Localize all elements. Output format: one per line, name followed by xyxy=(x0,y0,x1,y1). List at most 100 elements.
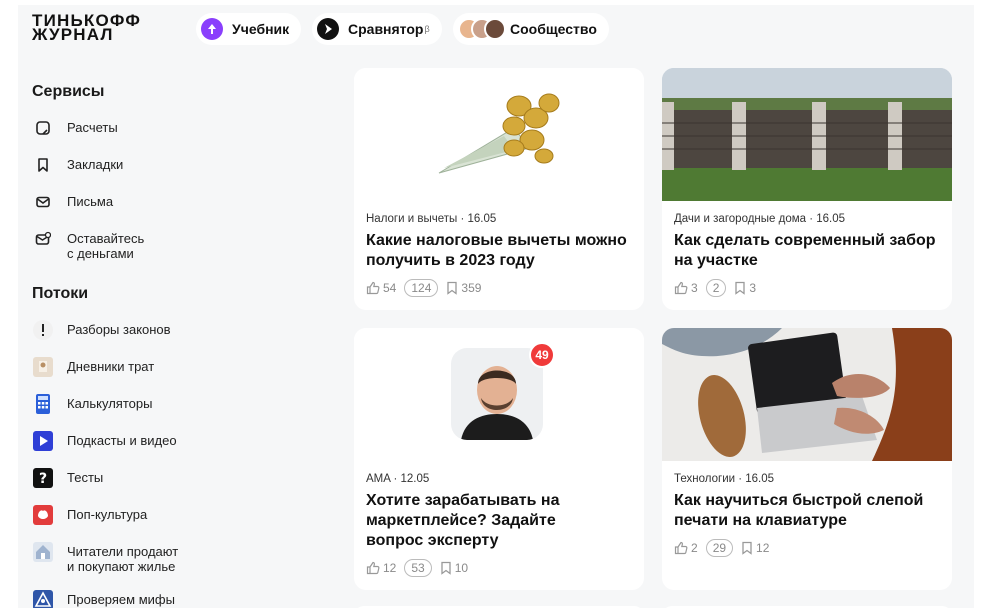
logo[interactable]: ТИНЬКОФФ ЖУРНАЛ xyxy=(32,12,141,44)
question-icon: ? xyxy=(32,467,54,489)
comments-count[interactable]: 53 xyxy=(404,559,432,577)
sidebar-item-pop-culture[interactable]: Поп-культура xyxy=(32,504,242,526)
sidebar-item-law-reviews[interactable]: Разборы законов xyxy=(32,319,242,341)
sidebar-item-calculators[interactable]: Калькуляторы xyxy=(32,393,242,415)
card-title[interactable]: Как научиться быстрой слепой печати на к… xyxy=(674,491,940,531)
card-meta: Технологии · 16.05 xyxy=(674,473,775,485)
mail-icon xyxy=(32,191,54,213)
sidebar-item-label: Читатели продают и покупают жилье xyxy=(67,544,179,574)
comments-count[interactable]: 2 xyxy=(705,279,727,297)
card-meta: AMA · 12.05 xyxy=(366,473,430,485)
bookmarks-count: 3 xyxy=(749,281,757,295)
bookmarks-count: 359 xyxy=(461,281,482,295)
svg-text:?: ? xyxy=(39,471,47,487)
sidebar-item-tests[interactable]: ? Тесты xyxy=(32,467,242,489)
up-arrow-icon xyxy=(201,18,223,40)
card-stats: 12 53 10 xyxy=(366,559,632,577)
article-card[interactable]: 49 AMA · 12.05 Хотите зарабатывать на ма… xyxy=(354,328,644,590)
card-title[interactable]: Какие налоговые вычеты можно получить в … xyxy=(366,231,632,271)
article-card[interactable]: Налоги и вычеты · 16.05 Какие налоговые … xyxy=(354,68,644,310)
comments-count[interactable]: 29 xyxy=(705,539,734,557)
services-title: Сервисы xyxy=(32,83,105,100)
card-title[interactable]: Хотите зарабатывать на маркетплейсе? Зад… xyxy=(366,491,606,551)
card-meta: Дачи и загородные дома · 16.05 xyxy=(674,213,846,225)
pill-label: Учебник xyxy=(232,21,290,37)
bookmark-button[interactable]: 359 xyxy=(446,281,481,295)
sidebar-item-label: Оставайтесь с деньгами xyxy=(67,231,145,261)
bookmark-button[interactable]: 10 xyxy=(440,561,468,575)
sidebar-item-spending-diaries[interactable]: Дневники трат xyxy=(32,356,242,378)
sidebar-item-label: Калькуляторы xyxy=(67,396,153,411)
sidebar-item-label: Закладки xyxy=(67,157,124,172)
sidebar-item-label: Расчеты xyxy=(67,120,118,135)
calc-icon xyxy=(32,117,54,139)
article-card[interactable]: Дачи и загородные дома · 16.05 Как сдела… xyxy=(662,68,952,310)
bookmark-icon xyxy=(441,561,451,575)
like-button[interactable]: 12 xyxy=(366,561,396,575)
sidebar-item-label: Подкасты и видео xyxy=(67,433,177,448)
community-pill[interactable]: Сообщество xyxy=(453,13,609,45)
likes-count: 3 xyxy=(691,281,698,295)
money-mail-icon xyxy=(32,228,54,250)
bookmark-button[interactable]: 3 xyxy=(734,281,756,295)
exclamation-icon xyxy=(32,319,54,341)
expert-avatar xyxy=(451,348,543,440)
card-image xyxy=(354,68,644,201)
play-icon xyxy=(317,18,339,40)
pill-label: Сообщество xyxy=(510,21,597,37)
page-frame: ТИНЬКОФФ ЖУРНАЛ Учебник Сравнятор β Сообщ… xyxy=(18,5,974,608)
comments-count[interactable]: 124 xyxy=(404,279,439,297)
sidebar-item-label: Разборы законов xyxy=(67,322,171,337)
comparator-pill[interactable]: Сравнятор β xyxy=(312,13,442,45)
house-icon xyxy=(32,541,54,563)
play-icon xyxy=(32,430,54,452)
pill-label: Сравнятор xyxy=(348,21,424,37)
notification-badge: 49 xyxy=(529,342,555,368)
bookmarks-count: 12 xyxy=(756,541,770,555)
card-image xyxy=(662,328,952,461)
calculator-icon xyxy=(32,393,54,415)
textbook-pill[interactable]: Учебник xyxy=(196,13,302,45)
like-icon xyxy=(366,281,380,295)
sidebar-item-label: Тесты xyxy=(67,470,104,485)
sidebar-item-podcasts-video[interactable]: Подкасты и видео xyxy=(32,430,242,452)
like-button[interactable]: 2 xyxy=(674,541,698,555)
streams-title: Потоки xyxy=(32,285,89,302)
sidebar-item-letters[interactable]: Письма xyxy=(32,191,242,213)
sidebar: Сервисы Расчеты Закладки Письма Оставайт… xyxy=(32,83,242,608)
pyramid-icon xyxy=(32,589,54,608)
card-stats: 2 29 12 xyxy=(674,539,940,557)
bookmark-icon xyxy=(742,541,752,555)
card-stats: 3 2 3 xyxy=(674,279,940,297)
header: ТИНЬКОФФ ЖУРНАЛ Учебник Сравнятор β Сообщ… xyxy=(18,5,974,59)
sidebar-item-housing[interactable]: Читатели продают и покупают жилье xyxy=(32,541,242,574)
card-image: 49 xyxy=(354,328,644,461)
sidebar-item-label: Дневники трат xyxy=(67,359,155,374)
sidebar-item-calculations[interactable]: Расчеты xyxy=(32,117,242,139)
avatars-icon xyxy=(458,18,506,40)
sidebar-item-myths[interactable]: Проверяем мифы xyxy=(32,589,242,608)
sidebar-item-label: Проверяем мифы xyxy=(67,592,175,607)
article-card[interactable]: Технологии · 16.05 Как научиться быстрой… xyxy=(662,328,952,590)
pop-culture-icon xyxy=(32,504,54,526)
bookmark-button[interactable]: 12 xyxy=(741,541,769,555)
like-icon xyxy=(366,561,380,575)
likes-count: 2 xyxy=(691,541,698,555)
likes-count: 54 xyxy=(383,281,397,295)
like-icon xyxy=(674,281,688,295)
card-image xyxy=(662,68,952,201)
likes-count: 12 xyxy=(383,561,397,575)
card-title[interactable]: Как сделать современный забор на участке xyxy=(674,231,940,271)
sidebar-item-stay-with-money[interactable]: Оставайтесь с деньгами xyxy=(32,228,242,261)
bookmark-icon xyxy=(32,154,54,176)
card-stats: 54 124 359 xyxy=(366,279,632,297)
bookmarks-count: 10 xyxy=(454,561,469,575)
beta-mark: β xyxy=(424,24,430,34)
logo-line-2: ЖУРНАЛ xyxy=(32,25,114,44)
sidebar-item-bookmarks[interactable]: Закладки xyxy=(32,154,242,176)
like-button[interactable]: 3 xyxy=(674,281,698,295)
like-button[interactable]: 54 xyxy=(366,281,396,295)
card-meta: Налоги и вычеты · 16.05 xyxy=(366,213,497,225)
bookmark-icon xyxy=(447,281,458,295)
like-icon xyxy=(674,541,688,555)
